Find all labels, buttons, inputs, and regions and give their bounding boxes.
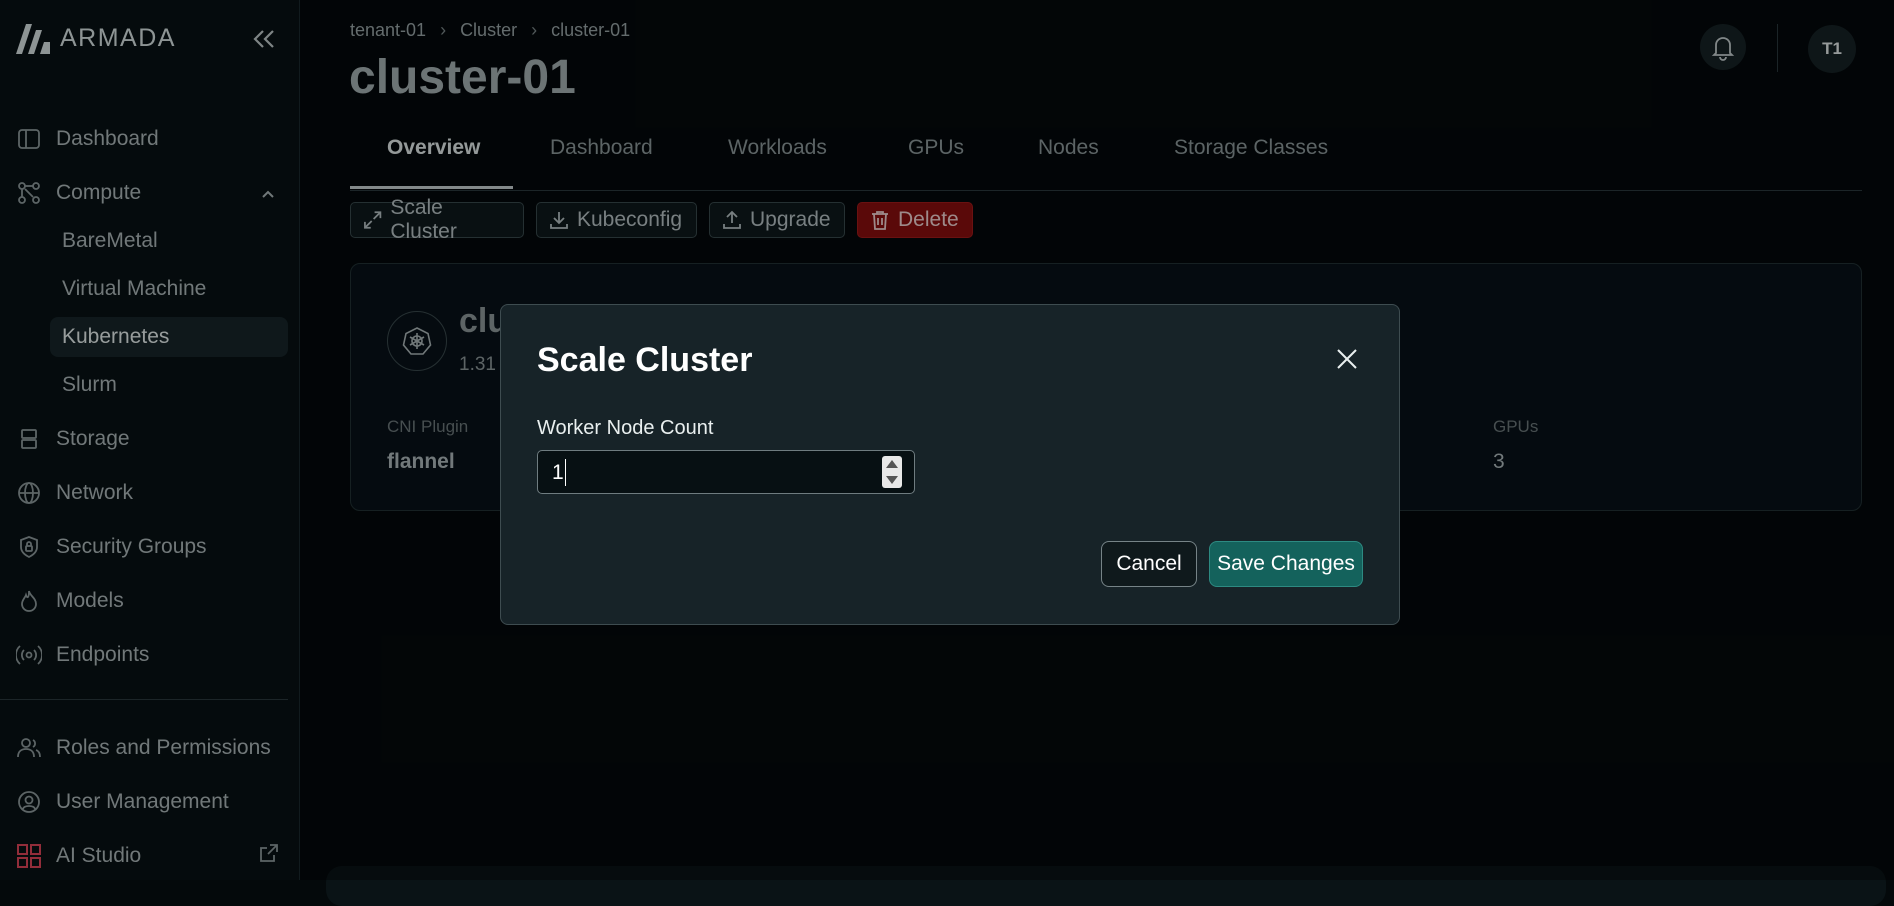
worker-node-count-input[interactable]: 1 <box>537 450 915 494</box>
text-caret <box>565 459 566 486</box>
number-stepper[interactable] <box>882 456 902 488</box>
scale-cluster-dialog: Scale Cluster Worker Node Count 1 Cancel… <box>500 304 1400 625</box>
cancel-button[interactable]: Cancel <box>1101 541 1197 587</box>
dialog-title: Scale Cluster <box>537 341 753 379</box>
decrement-arrow-icon[interactable] <box>886 476 898 484</box>
save-changes-button[interactable]: Save Changes <box>1209 541 1363 587</box>
worker-node-count-value: 1 <box>552 461 564 484</box>
close-icon <box>1337 349 1357 369</box>
increment-arrow-icon[interactable] <box>886 460 898 468</box>
close-dialog-button[interactable] <box>1331 343 1363 375</box>
worker-node-count-label: Worker Node Count <box>537 417 714 439</box>
